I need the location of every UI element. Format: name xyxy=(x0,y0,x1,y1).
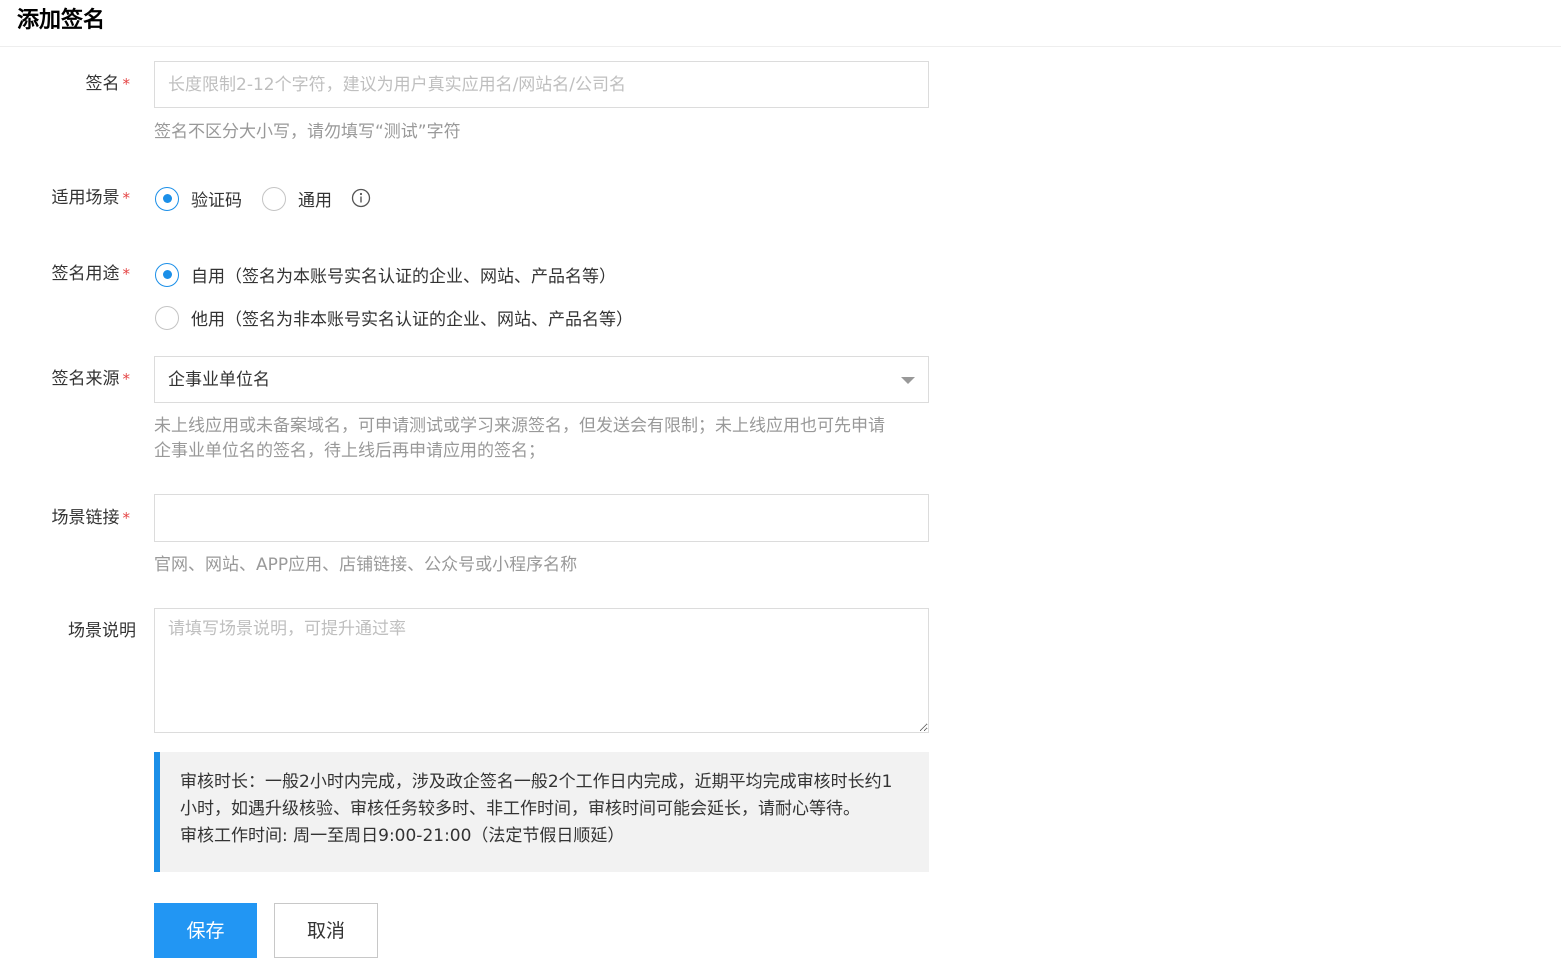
signature-hint: 签名不区分大小写，请勿填写“测试”字符 xyxy=(154,122,461,142)
signature-input[interactable] xyxy=(154,61,929,108)
source-hint-line1: 未上线应用或未备案域名，可申请测试或学习来源签名，但发送会有限制；未上线应用也可… xyxy=(154,416,885,436)
source-hint-line2: 企事业单位名的签名，待上线后再申请应用的签名； xyxy=(154,441,545,461)
required-mark: * xyxy=(122,189,131,207)
radio-unchecked[interactable] xyxy=(155,305,179,330)
radio-label: 他用（签名为非本账号实名认证的企业、网站、产品名等） xyxy=(191,310,633,330)
usage-option-self[interactable]: 自用（签名为本账号实名认证的企业、网站、产品名等） xyxy=(155,262,616,287)
scene-link-hint: 官网、网站、APP应用、店铺链接、公众号或小程序名称 xyxy=(154,555,578,575)
required-mark: * xyxy=(122,265,131,283)
radio-label: 通用 xyxy=(298,191,332,211)
scene-desc-textarea[interactable] xyxy=(154,608,929,733)
radio-unchecked[interactable] xyxy=(262,186,286,211)
chevron-down-icon xyxy=(901,377,915,384)
cancel-button[interactable]: 取消 xyxy=(274,903,378,958)
scene-label: 适用场景 * xyxy=(51,188,131,208)
scene-link-input[interactable] xyxy=(154,494,929,542)
usage-option-others[interactable]: 他用（签名为非本账号实名认证的企业、网站、产品名等） xyxy=(155,305,633,330)
source-label: 签名来源 * xyxy=(51,369,131,389)
save-button[interactable]: 保存 xyxy=(154,903,257,958)
source-selected-value: 企事业单位名 xyxy=(168,370,270,390)
scene-desc-label: 场景说明 xyxy=(68,621,136,641)
page-title: 添加签名 xyxy=(17,8,106,33)
radio-label: 自用（签名为本账号实名认证的企业、网站、产品名等） xyxy=(191,267,616,287)
info-icon[interactable] xyxy=(351,188,371,208)
radio-checked[interactable] xyxy=(155,186,179,211)
radio-label: 验证码 xyxy=(191,191,242,211)
scene-option-general[interactable]: 通用 xyxy=(262,186,332,211)
signature-label: 签名 * xyxy=(85,74,131,94)
required-mark: * xyxy=(122,370,131,388)
scene-option-verification-code[interactable]: 验证码 xyxy=(155,186,242,211)
notice-line2: 小时，如遇升级核验、审核任务较多时、非工作时间，审核时间可能会延长，请耐心等待。 xyxy=(180,799,860,819)
page-header: 添加签名 xyxy=(0,0,1561,47)
notice-line3: 审核工作时间: 周一至周日9:00-21:00（法定节假日顺延） xyxy=(180,826,625,846)
source-select[interactable]: 企事业单位名 xyxy=(154,356,929,403)
scene-link-label: 场景链接 * xyxy=(51,508,131,528)
review-notice: 审核时长：一般2小时内完成，涉及政企签名一般2个工作日内完成，近期平均完成审核时… xyxy=(154,752,929,872)
radio-checked[interactable] xyxy=(155,262,179,287)
required-mark: * xyxy=(122,75,131,93)
required-mark: * xyxy=(122,509,131,527)
usage-label: 签名用途 * xyxy=(51,264,131,284)
notice-line1: 审核时长：一般2小时内完成，涉及政企签名一般2个工作日内完成，近期平均完成审核时… xyxy=(180,772,893,792)
